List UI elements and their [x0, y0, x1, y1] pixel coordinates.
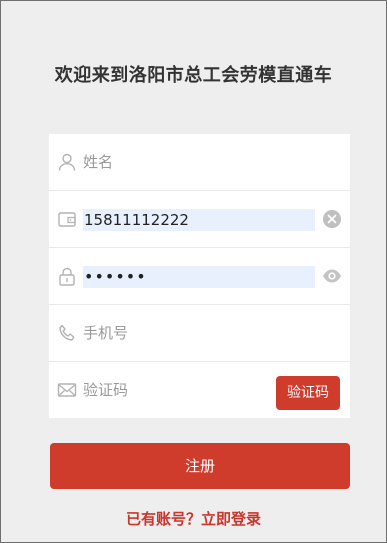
name-placeholder: 姓名	[83, 153, 114, 171]
clear-icon[interactable]	[322, 209, 342, 229]
user-icon	[57, 152, 77, 172]
registration-form: 姓名 15811112222 •••••• 手机号 验证码 验证码	[49, 134, 350, 418]
mail-icon	[57, 380, 77, 400]
password-field[interactable]: ••••••	[49, 248, 350, 305]
code-placeholder: 验证码	[83, 381, 129, 399]
name-field[interactable]: 姓名	[49, 134, 350, 191]
phone-field[interactable]: 手机号	[49, 305, 350, 362]
account-input[interactable]: 15811112222	[83, 209, 315, 231]
password-input[interactable]: ••••••	[83, 266, 315, 288]
register-button[interactable]: 注册	[50, 443, 350, 489]
code-field[interactable]: 验证码 验证码	[49, 362, 350, 418]
send-code-button[interactable]: 验证码	[276, 376, 340, 410]
eye-icon[interactable]	[322, 266, 342, 286]
card-wallet-icon	[57, 209, 77, 229]
page-frame: 欢迎来到洛阳市总工会劳模直通车 姓名 15811112222 •••••• 手机…	[0, 0, 387, 543]
phone-icon	[57, 323, 77, 343]
account-field[interactable]: 15811112222	[49, 191, 350, 248]
login-link[interactable]: 已有账号？立即登录	[1, 508, 386, 529]
page-title: 欢迎来到洛阳市总工会劳模直通车	[54, 65, 333, 86]
lock-icon	[57, 266, 77, 286]
phone-placeholder: 手机号	[83, 324, 129, 342]
